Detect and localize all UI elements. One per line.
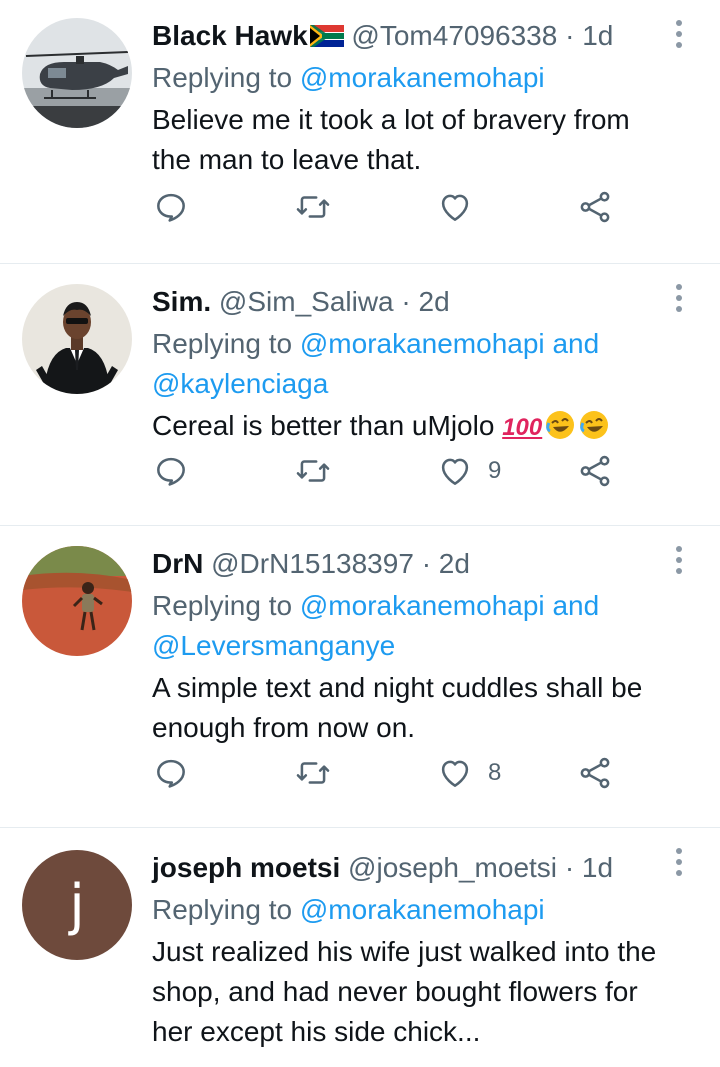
avatar[interactable]	[22, 284, 132, 394]
reply-button[interactable]	[152, 753, 190, 793]
reply-button[interactable]	[152, 451, 190, 491]
retweet-button[interactable]	[294, 451, 332, 491]
tweet-text: Just realized his wife just walked into …	[152, 936, 657, 1047]
share-button[interactable]	[576, 187, 614, 227]
reply-icon	[157, 759, 185, 788]
like-count: 9	[488, 457, 502, 484]
avatar[interactable]	[22, 546, 132, 656]
replying-to: Replying to @morakanemohapi and @Leversm…	[152, 586, 660, 666]
share-icon	[580, 757, 610, 789]
tweet[interactable]: Black Hawk @Tom47096338 · 1d Replying to…	[0, 0, 720, 264]
more-vertical-icon[interactable]	[674, 848, 684, 878]
heart-icon	[441, 760, 469, 787]
helicopter-avatar-image	[22, 18, 132, 128]
replying-to: Replying to @morakanemohapi and @kaylenc…	[152, 324, 660, 404]
tweet[interactable]: DrN @DrN15138397 · 2d Replying to @morak…	[0, 526, 720, 828]
tweet-actions: 9	[152, 451, 622, 491]
share-icon	[580, 191, 610, 223]
mention-link[interactable]: @morakanemohapi	[300, 328, 545, 359]
display-name[interactable]: DrN	[152, 548, 203, 579]
reply-icon	[157, 193, 185, 222]
tweet-text-content: Cereal is better than uMjolo	[152, 410, 495, 441]
timestamp[interactable]: 2d	[419, 286, 450, 317]
replying-to: Replying to @morakanemohapi	[152, 58, 660, 98]
hundred-points-emoji: 100	[502, 414, 543, 441]
retweet-icon	[296, 460, 330, 482]
tweet[interactable]: j joseph moetsi @joseph_moetsi · 1d Repl…	[0, 828, 720, 1067]
avatar-letter: j	[69, 872, 85, 938]
rolling-laughing-emoji-icon	[580, 411, 609, 439]
rolling-laughing-emoji-icon	[546, 411, 575, 439]
tweet[interactable]: Sim. @Sim_Saliwa · 2d Replying to @morak…	[0, 264, 720, 526]
replying-label: Replying to	[152, 590, 293, 621]
display-name[interactable]: joseph moetsi	[152, 852, 340, 883]
share-icon	[580, 455, 610, 487]
display-name[interactable]: Black Hawk	[152, 20, 308, 51]
share-button[interactable]	[576, 753, 614, 793]
heart-icon	[441, 194, 469, 221]
tweet-actions	[152, 187, 622, 227]
tweet-header: joseph moetsi @joseph_moetsi · 1d	[152, 850, 660, 886]
retweet-button[interactable]	[294, 187, 332, 227]
mention-conjunction: and	[552, 328, 600, 359]
like-button[interactable]: 8	[436, 753, 501, 793]
display-name[interactable]: Sim.	[152, 286, 211, 317]
reply-button[interactable]	[152, 187, 190, 227]
tweet-actions: 8	[152, 753, 622, 793]
tweet-header: DrN @DrN15138397 · 2d	[152, 546, 660, 582]
child-on-dirt-road-avatar-image	[22, 546, 132, 656]
replying-label: Replying to	[152, 62, 293, 93]
like-count: 8	[488, 759, 502, 786]
tweet-header: Sim. @Sim_Saliwa · 2d	[152, 284, 660, 320]
reply-feed: Black Hawk @Tom47096338 · 1d Replying to…	[0, 0, 720, 1067]
tweet-text: A simple text and night cuddles shall be…	[152, 672, 643, 743]
tweet-text: Believe me it took a lot of bravery from…	[152, 104, 630, 175]
mention-link[interactable]: @morakanemohapi	[300, 62, 545, 93]
replying-label: Replying to	[152, 328, 293, 359]
avatar[interactable]	[22, 18, 132, 128]
share-button[interactable]	[576, 451, 614, 491]
retweet-button[interactable]	[294, 753, 332, 793]
south-africa-flag-icon	[309, 25, 344, 47]
user-handle[interactable]: @Tom47096338	[351, 20, 557, 51]
tweet-text: Cereal is better than uMjolo 100	[152, 406, 660, 448]
timestamp[interactable]: 2d	[439, 548, 470, 579]
mention-link[interactable]: @kaylenciaga	[152, 368, 328, 399]
timestamp[interactable]: 1d	[582, 20, 613, 51]
user-handle[interactable]: @DrN15138397	[211, 548, 414, 579]
timestamp[interactable]: 1d	[582, 852, 613, 883]
like-button[interactable]	[436, 187, 474, 227]
more-vertical-icon[interactable]	[674, 546, 684, 576]
mention-link[interactable]: @morakanemohapi	[300, 894, 545, 925]
avatar[interactable]: j	[22, 850, 132, 960]
mention-link[interactable]: @morakanemohapi	[300, 590, 545, 621]
mention-link[interactable]: @Leversmanganye	[152, 630, 395, 661]
retweet-icon	[296, 762, 330, 784]
separator-dot: ·	[565, 20, 575, 51]
man-in-suit-avatar-image	[22, 284, 132, 394]
user-handle[interactable]: @joseph_moetsi	[348, 852, 557, 883]
more-vertical-icon[interactable]	[674, 20, 684, 50]
retweet-icon	[296, 196, 330, 218]
tweet-header: Black Hawk @Tom47096338 · 1d	[152, 18, 660, 54]
mention-conjunction: and	[552, 590, 600, 621]
heart-icon	[441, 458, 469, 485]
replying-to: Replying to @morakanemohapi	[152, 890, 660, 930]
separator-dot: ·	[421, 548, 432, 579]
replying-label: Replying to	[152, 894, 293, 925]
more-vertical-icon[interactable]	[674, 284, 684, 314]
user-handle[interactable]: @Sim_Saliwa	[219, 286, 394, 317]
like-button[interactable]: 9	[436, 451, 501, 491]
separator-dot: ·	[401, 286, 411, 317]
separator-dot: ·	[564, 852, 575, 883]
reply-icon	[157, 457, 185, 486]
